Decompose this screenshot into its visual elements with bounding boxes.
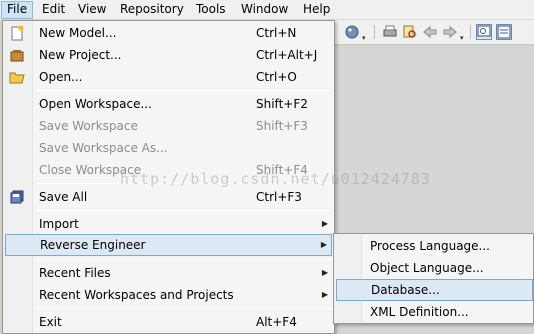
menu-edit[interactable]: Edit	[37, 1, 70, 19]
menu-separator	[36, 183, 332, 184]
back-icon[interactable]	[422, 24, 438, 40]
new-project-icon	[9, 47, 25, 63]
open-folder-icon	[9, 69, 25, 85]
menu-item-save-workspace-as: Save Workspace As...	[5, 137, 332, 159]
menu-item-save-workspace: Save Workspace Shift+F3	[5, 115, 332, 137]
menu-item-label: XML Definition...	[370, 305, 469, 319]
menu-item-label: Open...	[39, 70, 83, 84]
menu-view[interactable]: View	[73, 1, 111, 19]
submenu-item-object-language[interactable]: Object Language...	[336, 257, 533, 279]
menu-item-label: Exit	[39, 315, 62, 329]
menu-item-label: Process Language...	[370, 239, 490, 253]
menu-item-label: Save Workspace	[39, 119, 138, 133]
menu-item-exit[interactable]: Exit Alt+F4	[5, 311, 332, 333]
file-menu: New Model... Ctrl+N New Project... Ctrl+…	[2, 20, 335, 334]
application-window: File Edit View Repository Tools Window H…	[0, 0, 534, 334]
menu-item-shortcut: Shift+F4	[256, 163, 308, 177]
dropdown-arrow-icon[interactable]: ▾	[460, 35, 465, 42]
new-model-icon	[9, 25, 25, 41]
menu-tools[interactable]: Tools	[191, 1, 231, 19]
menu-item-label: New Project...	[39, 48, 122, 62]
menu-window[interactable]: Window	[236, 1, 293, 19]
menu-separator	[36, 308, 332, 309]
menu-item-label: Database...	[371, 283, 440, 297]
submenu-arrow-icon: ▶	[321, 219, 328, 228]
menu-item-shortcut: Alt+F4	[256, 315, 297, 329]
menu-repository[interactable]: Repository	[115, 1, 189, 19]
submenu-item-xml-definition[interactable]: XML Definition...	[336, 301, 533, 323]
menu-item-reverse-engineer[interactable]: Reverse Engineer ▶	[5, 234, 332, 256]
print-icon[interactable]	[382, 24, 398, 40]
submenu-arrow-icon: ▶	[321, 268, 328, 277]
menu-item-recent-files[interactable]: Recent Files ▶	[5, 262, 332, 284]
menu-item-label: Save Workspace As...	[39, 141, 168, 155]
menu-item-shortcut: Ctrl+O	[256, 70, 297, 84]
menu-item-label: Recent Files	[39, 266, 111, 280]
reverse-engineer-submenu: Process Language... Object Language... D…	[333, 233, 534, 324]
forward-icon[interactable]	[442, 24, 458, 40]
palette-icon[interactable]	[344, 24, 360, 40]
menu-item-shortcut: Shift+F2	[256, 97, 308, 111]
menu-item-open-workspace[interactable]: Open Workspace... Shift+F2	[5, 93, 332, 115]
toolbar-separator	[470, 25, 471, 39]
menu-item-label: Recent Workspaces and Projects	[39, 288, 234, 302]
submenu-arrow-icon: ▶	[320, 240, 327, 249]
menu-item-label: Import	[39, 217, 79, 231]
menu-item-save-all[interactable]: Save All Ctrl+F3	[5, 186, 332, 208]
menu-bar: File Edit View Repository Tools Window H…	[0, 0, 534, 20]
toolbar-separator	[374, 25, 375, 39]
find-icon[interactable]	[402, 24, 418, 40]
submenu-arrow-icon: ▶	[321, 290, 328, 299]
menu-item-shortcut: Ctrl+Alt+J	[256, 48, 318, 62]
toolbar: ▾ ▾	[334, 20, 534, 45]
menu-item-new-model[interactable]: New Model... Ctrl+N	[5, 22, 332, 44]
dropdown-arrow-icon[interactable]: ▾	[362, 35, 367, 42]
menu-item-shortcut: Shift+F3	[256, 119, 308, 133]
menu-item-label: Object Language...	[370, 261, 484, 275]
menu-item-recent-workspaces[interactable]: Recent Workspaces and Projects ▶	[5, 284, 332, 306]
menu-item-shortcut: Ctrl+N	[256, 26, 297, 40]
menu-help[interactable]: Help	[298, 1, 335, 19]
save-all-icon	[9, 189, 25, 205]
menu-item-label: New Model...	[39, 26, 117, 40]
menu-separator	[36, 90, 332, 91]
menu-item-new-project[interactable]: New Project... Ctrl+Alt+J	[5, 44, 332, 66]
menu-item-import[interactable]: Import ▶	[5, 213, 332, 235]
menu-item-label: Save All	[39, 190, 88, 204]
zoom-window-icon[interactable]	[476, 24, 492, 40]
menu-separator	[36, 210, 332, 211]
submenu-item-process-language[interactable]: Process Language...	[336, 235, 533, 257]
menu-separator	[36, 259, 332, 260]
submenu-item-database[interactable]: Database...	[336, 279, 533, 301]
menu-item-label: Open Workspace...	[39, 97, 152, 111]
menu-item-open[interactable]: Open... Ctrl+O	[5, 66, 332, 88]
menu-item-label: Close Workspace	[39, 163, 142, 177]
menu-item-close-workspace: Close Workspace Shift+F4	[5, 159, 332, 181]
menu-file[interactable]: File	[1, 1, 34, 19]
menu-item-shortcut: Ctrl+F3	[256, 190, 302, 204]
browser-window-icon[interactable]	[496, 24, 512, 40]
menu-item-label: Reverse Engineer	[40, 238, 146, 252]
